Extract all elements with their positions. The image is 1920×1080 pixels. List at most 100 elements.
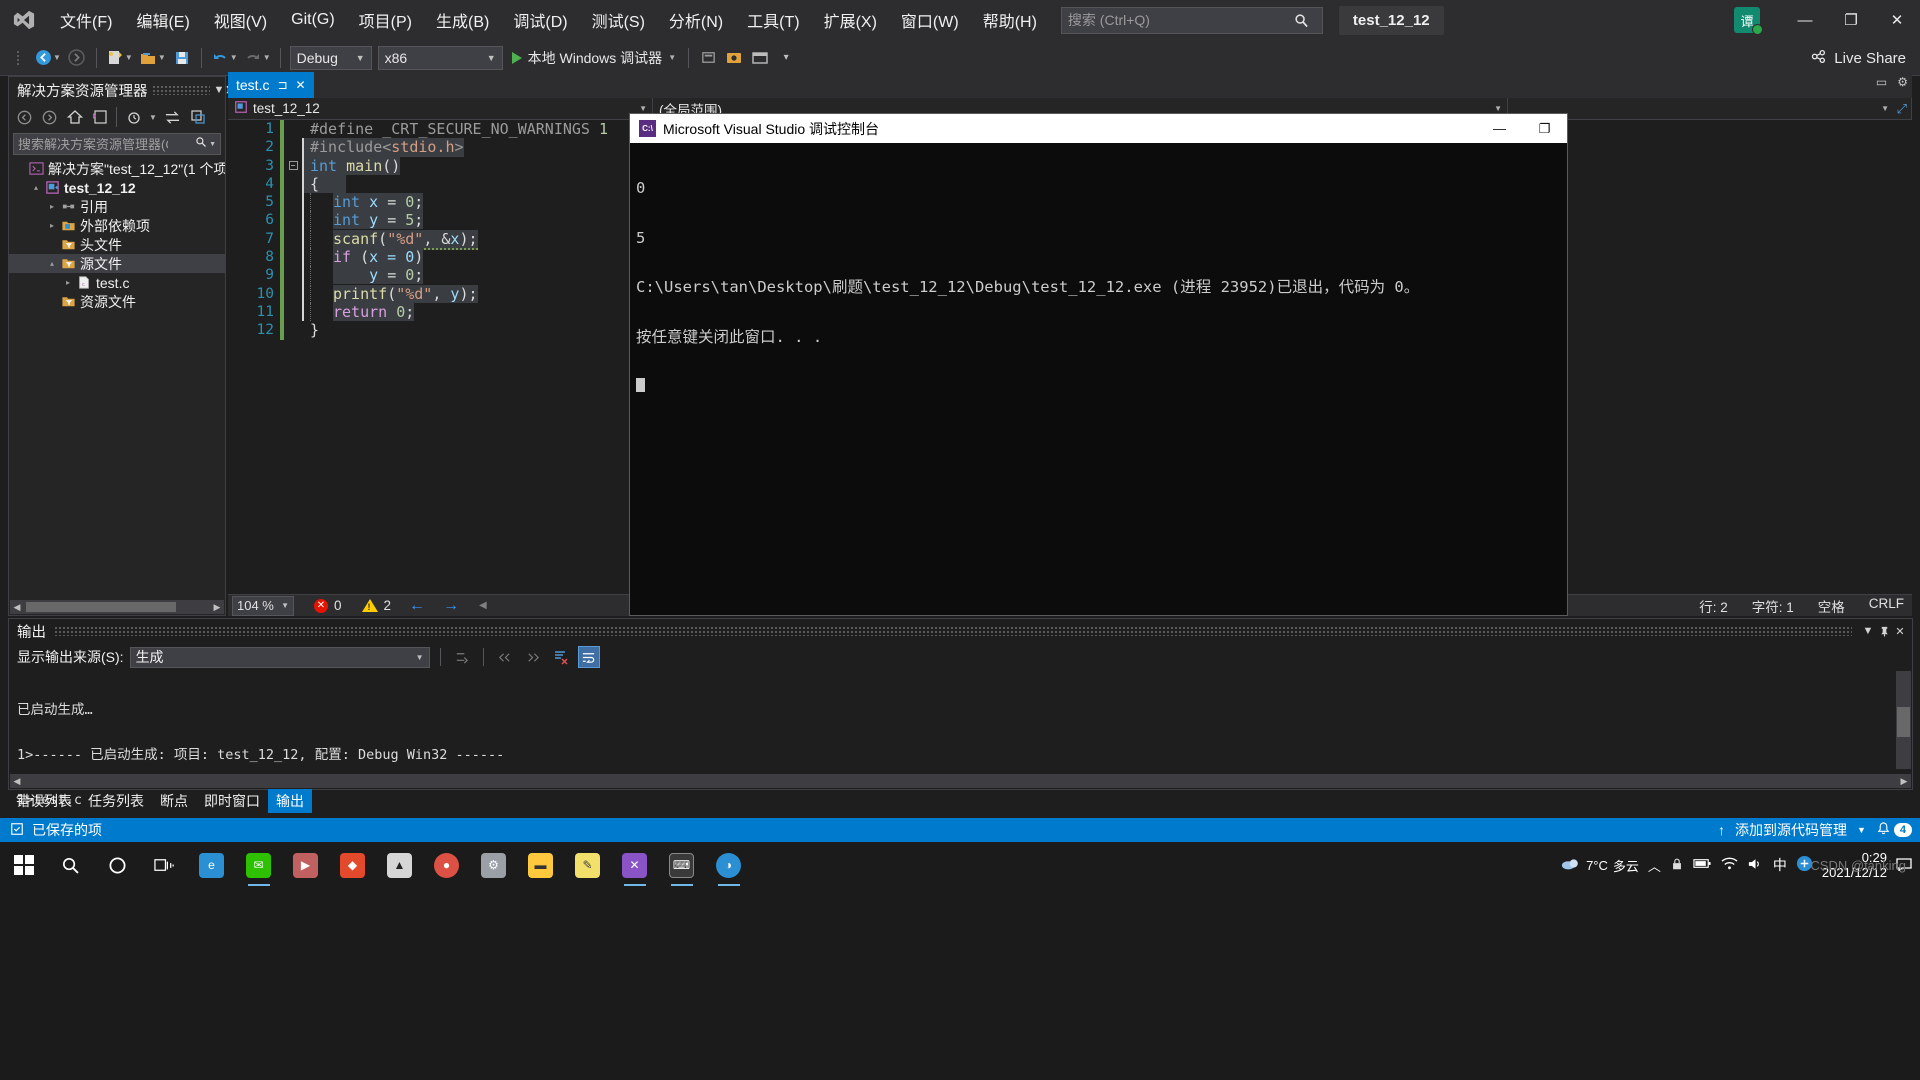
taskbar-app-alienware[interactable]: ▲ [376, 842, 423, 888]
scrollbar-thumb[interactable] [26, 602, 176, 612]
save-icon[interactable] [169, 44, 195, 72]
tree-item-external-dependencies[interactable]: ▸ 外部依赖项 [9, 216, 225, 235]
undo-icon[interactable]: ▼ [208, 44, 241, 72]
chevron-down-icon[interactable]: ▼ [1860, 620, 1876, 642]
chevron-down-icon[interactable]: ▼ [1857, 825, 1866, 835]
task-view-icon[interactable] [141, 842, 188, 888]
toolbar-overflow-icon[interactable]: ▾ [773, 44, 799, 72]
pin-icon[interactable] [1876, 620, 1892, 642]
chevron-up-icon[interactable]: ↑ [1718, 822, 1725, 838]
solution-platform-select[interactable]: x86 ▼ [377, 45, 503, 70]
tab-breakpoints[interactable]: 断点 [152, 789, 196, 813]
start-debugging-button[interactable]: 本地 Windows 调试器 ▼ [506, 44, 683, 72]
menu-help[interactable]: 帮助(H) [971, 0, 1049, 40]
pin-icon[interactable]: ⊐ [277, 78, 287, 92]
solution-explorer-search[interactable]: ▼ [13, 133, 221, 155]
lock-icon[interactable] [1670, 857, 1684, 874]
scroll-right-arrow-icon[interactable]: ▶ [210, 602, 224, 613]
wifi-icon[interactable] [1721, 857, 1738, 874]
output-source-select[interactable]: 生成 ▼ [129, 646, 430, 668]
windows-start-icon[interactable] [0, 842, 47, 888]
menu-window[interactable]: 窗口(W) [889, 0, 971, 40]
warning-count-indicator[interactable]: 2 [361, 598, 391, 613]
indentation-indicator[interactable]: 空格 [1818, 596, 1845, 616]
chevron-down-icon[interactable]: ▼ [209, 141, 216, 148]
chevron-down-icon[interactable]: ▼ [147, 106, 159, 128]
preview-icon[interactable] [747, 44, 773, 72]
add-member-icon[interactable]: ⤢ [1897, 101, 1907, 117]
tree-item-project[interactable]: ▴ test_12_12 [9, 178, 225, 197]
close-icon[interactable]: ✕ [1892, 620, 1908, 642]
chevron-down-icon[interactable]: ▼ [263, 53, 271, 62]
close-button[interactable]: ✕ [1874, 0, 1920, 40]
output-hscrollbar[interactable]: ◀ ▶ [10, 774, 1911, 788]
menu-project[interactable]: 项目(P) [347, 0, 424, 40]
tree-item-references[interactable]: ▸ 引用 [9, 197, 225, 216]
live-share-button[interactable]: Live Share [1810, 40, 1906, 76]
expander[interactable]: ▴ [29, 183, 43, 192]
taskbar-app-wechat[interactable]: ✉ [235, 842, 282, 888]
debug-console-window[interactable]: C:\ Microsoft Visual Studio 调试控制台 — ❐ 0 … [629, 113, 1568, 616]
chevron-down-icon[interactable]: ▼ [158, 53, 166, 62]
scrollbar-thumb[interactable] [1897, 707, 1910, 737]
menu-file[interactable]: 文件(F) [48, 0, 124, 40]
tree-item-solution[interactable]: 解决方案"test_12_12"(1 个项目/ [9, 159, 225, 178]
chevron-down-icon[interactable]: ▼ [230, 53, 238, 62]
back-icon[interactable] [13, 106, 36, 128]
taskbar-app-console-window[interactable]: ⌨ [658, 842, 705, 888]
solution-configuration-select[interactable]: Debug ▼ [289, 45, 372, 70]
expander[interactable]: ▸ [61, 278, 75, 287]
ime-icon[interactable]: 中 [1773, 855, 1787, 875]
expander[interactable]: ▴ [45, 259, 59, 268]
taskbar-app-notepad[interactable]: ✎ [564, 842, 611, 888]
menu-git[interactable]: Git(G) [279, 0, 347, 40]
tab-output[interactable]: 输出 [268, 789, 312, 813]
home-icon[interactable] [63, 106, 86, 128]
notification-indicator[interactable]: 4 [1876, 821, 1912, 839]
arrow-left-icon[interactable]: ← [409, 597, 425, 615]
navbar-member-select[interactable]: ▼ ⤢ [1508, 97, 1912, 120]
solution-view-icon[interactable] [88, 106, 111, 128]
menu-test[interactable]: 测试(S) [580, 0, 657, 40]
tree-item-test-c[interactable]: ▸ c test.c [9, 273, 225, 292]
solution-search-input[interactable] [18, 136, 168, 152]
tab-task-list[interactable]: 任务列表 [80, 789, 152, 813]
chevron-down-icon[interactable]: ▼ [125, 53, 133, 62]
menu-debug[interactable]: 调试(D) [501, 0, 579, 40]
split-view-icon[interactable]: ▭ [1876, 75, 1887, 89]
tab-error-list[interactable]: 错误列表 [8, 789, 80, 813]
taskbar-app-firefox[interactable]: ◆ [329, 842, 376, 888]
taskbar-app-chrome[interactable]: ● [423, 842, 470, 888]
pending-changes-icon[interactable] [122, 106, 145, 128]
taskbar-app-settings[interactable]: ⚙ [470, 842, 517, 888]
menu-extensions[interactable]: 扩展(X) [812, 0, 889, 40]
battery-icon[interactable] [1693, 857, 1712, 873]
error-count-indicator[interactable]: ✕ 0 [314, 598, 342, 613]
navigate-back-icon[interactable]: ▼ [32, 44, 64, 72]
expander[interactable]: ▸ [45, 221, 59, 230]
zoom-level-select[interactable]: 104 % ▼ [232, 595, 294, 616]
taskbar-app-edge-legacy[interactable]: e [188, 842, 235, 888]
clear-all-icon[interactable] [550, 646, 572, 668]
navigate-forward-icon[interactable] [64, 44, 90, 72]
gear-icon[interactable]: ⚙ [1897, 75, 1908, 89]
fold-toggle[interactable]: − [284, 161, 302, 171]
scroll-right-arrow-icon[interactable]: ▶ [1897, 776, 1911, 787]
next-message-icon[interactable] [522, 646, 544, 668]
taskbar-search-icon[interactable] [47, 842, 94, 888]
chevron-down-icon[interactable]: ▼ [214, 79, 225, 101]
chevron-down-icon[interactable]: ▼ [281, 601, 289, 610]
forward-icon[interactable] [38, 106, 61, 128]
chevron-down-icon[interactable]: ▼ [639, 104, 647, 113]
chevron-down-icon[interactable]: ▼ [668, 53, 676, 62]
cortana-icon[interactable] [94, 842, 141, 888]
taskbar-app-file-explorer[interactable]: ▬ [517, 842, 564, 888]
tab-test-c[interactable]: test.c ⊐ ✕ [228, 72, 314, 98]
maximize-button[interactable]: ❐ [1828, 0, 1874, 40]
solution-explorer-hscrollbar[interactable]: ◀ ▶ [10, 600, 224, 614]
close-icon[interactable]: ✕ [296, 78, 306, 92]
tree-item-resource-files[interactable]: 资源文件 [9, 292, 225, 311]
tree-item-source-files[interactable]: ▴ 源文件 [9, 254, 225, 273]
jump-to-icon[interactable] [451, 646, 473, 668]
account-avatar[interactable]: 谭 [1734, 7, 1763, 35]
